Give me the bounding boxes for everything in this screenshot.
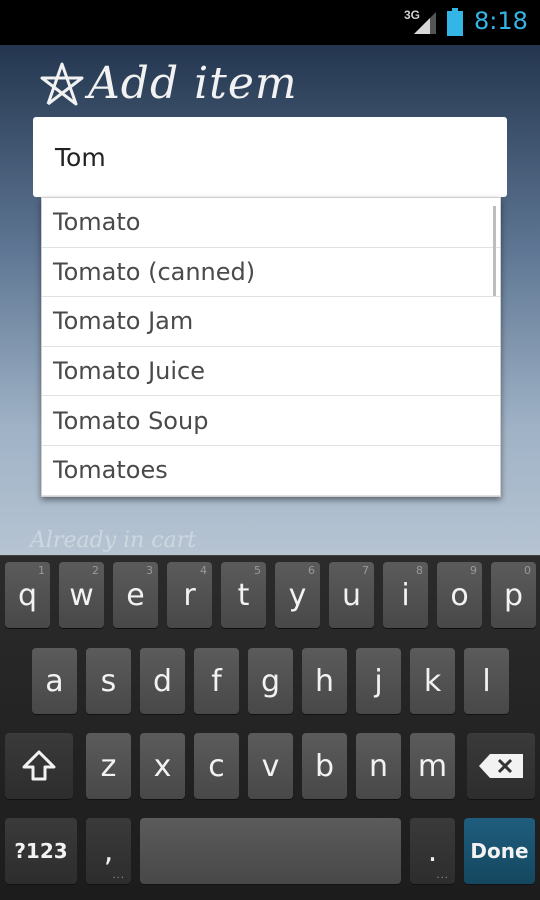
backspace-icon [479, 754, 523, 778]
suggestion-dropdown[interactable]: Tomato Tomato (canned) Tomato Jam Tomato… [41, 197, 501, 497]
clock: 8:18 [474, 7, 528, 35]
suggestion-item[interactable]: Tomato [42, 198, 500, 248]
background-hint-text: Already in cart [30, 528, 197, 553]
shift-icon [22, 750, 56, 781]
shift-key[interactable] [5, 733, 73, 799]
status-bar: 3G 8:18 [0, 0, 540, 45]
suggestion-item[interactable]: Tomato (canned) [42, 248, 500, 298]
key-s[interactable]: s [86, 648, 131, 714]
key-k[interactable]: k [410, 648, 455, 714]
star-icon [40, 62, 84, 106]
done-key[interactable]: Done [464, 818, 535, 884]
period-key[interactable]: .... [410, 818, 455, 884]
item-search-value[interactable]: Tom [55, 143, 106, 172]
key-i[interactable]: 8i [383, 562, 428, 628]
comma-key[interactable]: ,... [86, 818, 131, 884]
key-j[interactable]: j [356, 648, 401, 714]
key-b[interactable]: b [302, 733, 347, 799]
key-y[interactable]: 6y [275, 562, 320, 628]
key-f[interactable]: f [194, 648, 239, 714]
key-x[interactable]: x [140, 733, 185, 799]
suggestion-item[interactable]: Tomato Juice [42, 347, 500, 397]
key-h[interactable]: h [302, 648, 347, 714]
page-title: Add item [88, 58, 298, 109]
space-key[interactable] [140, 818, 401, 884]
backspace-key[interactable] [467, 733, 535, 799]
key-r[interactable]: 4r [167, 562, 212, 628]
soft-keyboard: 1q 2w 3e 4r 5t 6y 7u 8i 9o 0p a s d f g … [0, 555, 540, 900]
key-c[interactable]: c [194, 733, 239, 799]
battery-icon [447, 8, 463, 36]
suggestion-item[interactable]: Tomato Soup [42, 396, 500, 446]
key-g[interactable]: g [248, 648, 293, 714]
key-m[interactable]: m [410, 733, 455, 799]
key-d[interactable]: d [140, 648, 185, 714]
signal-icon [414, 12, 436, 34]
key-o[interactable]: 9o [437, 562, 482, 628]
key-t[interactable]: 5t [221, 562, 266, 628]
key-q[interactable]: 1q [5, 562, 50, 628]
key-a[interactable]: a [32, 648, 77, 714]
key-l[interactable]: l [464, 648, 509, 714]
key-z[interactable]: z [86, 733, 131, 799]
dropdown-scrollbar[interactable] [493, 206, 496, 296]
key-u[interactable]: 7u [329, 562, 374, 628]
suggestion-item[interactable]: Tomato Jam [42, 297, 500, 347]
key-w[interactable]: 2w [59, 562, 104, 628]
item-search-input[interactable]: Tom [33, 117, 507, 197]
symbols-key[interactable]: ?123 [5, 818, 77, 884]
key-v[interactable]: v [248, 733, 293, 799]
suggestion-item[interactable]: Tomatoes [42, 446, 500, 496]
key-n[interactable]: n [356, 733, 401, 799]
key-e[interactable]: 3e [113, 562, 158, 628]
key-p[interactable]: 0p [491, 562, 536, 628]
